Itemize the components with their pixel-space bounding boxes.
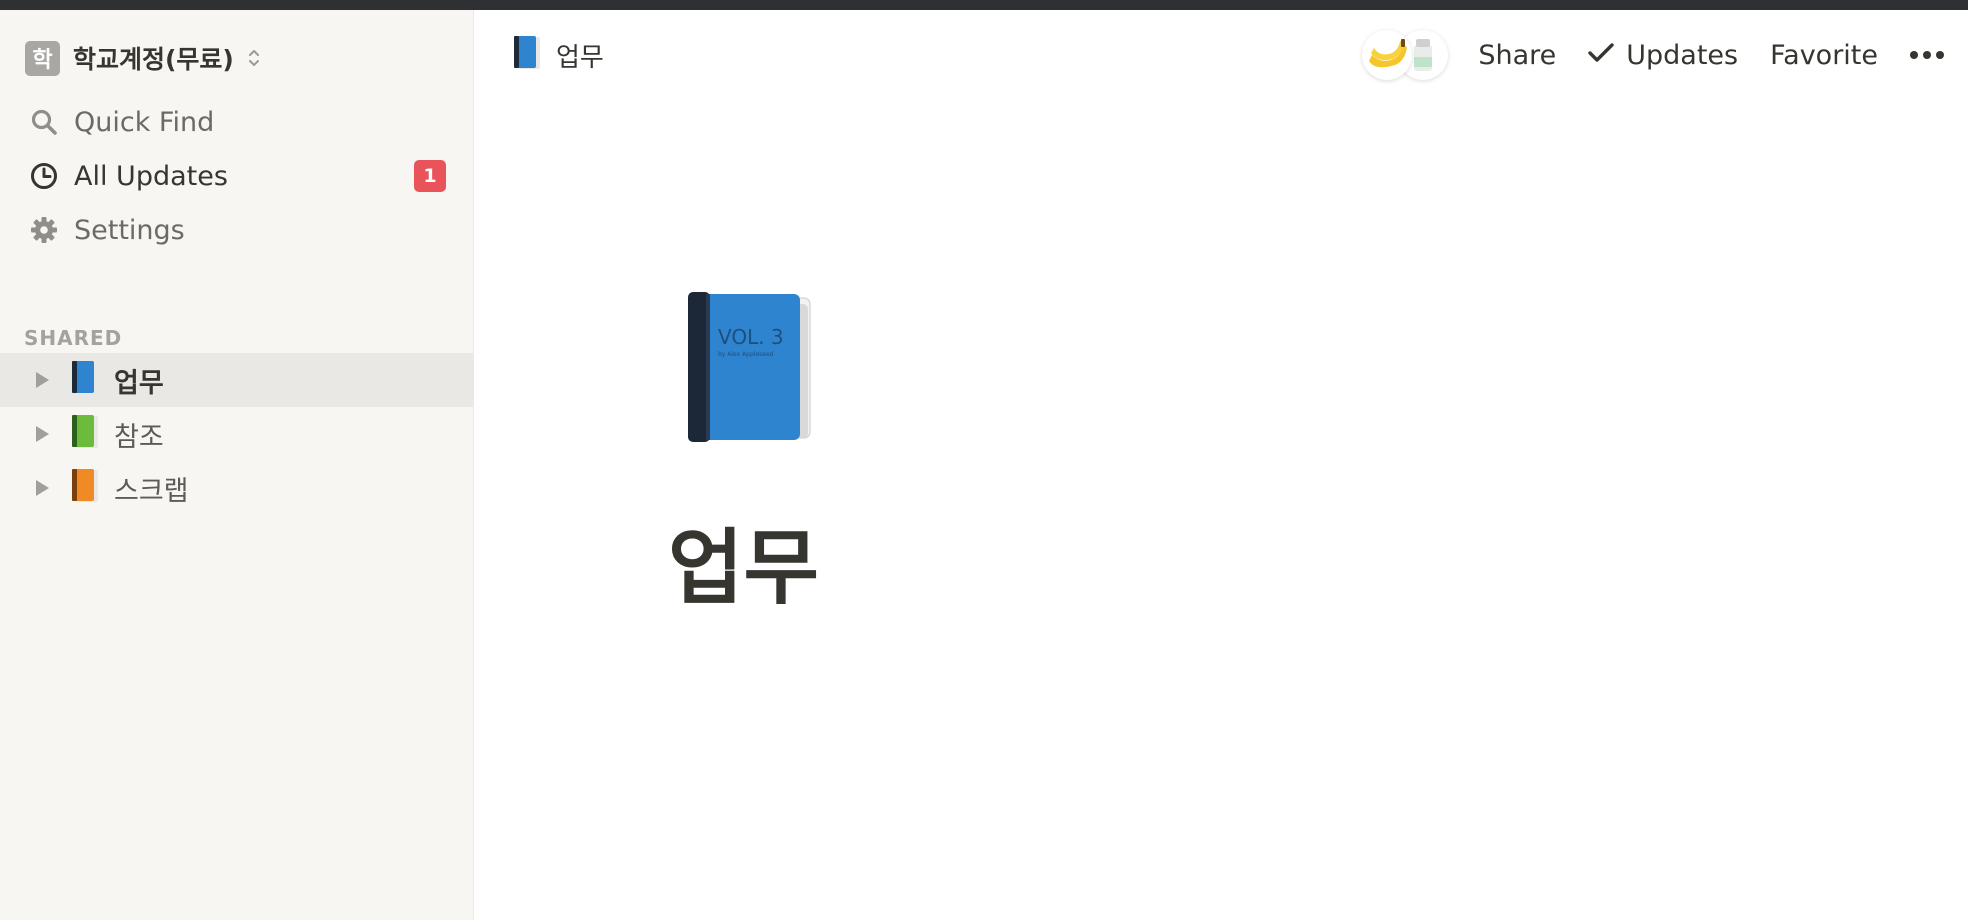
favorite-button[interactable]: Favorite (1770, 40, 1878, 71)
svg-text:by Alex Appleseed: by Alex Appleseed (718, 351, 774, 358)
nav-label-settings: Settings (74, 214, 185, 246)
expand-toggle-icon[interactable] (30, 425, 54, 443)
sidebar-page-스크랩[interactable]: 스크랩 (0, 461, 474, 515)
page-title: 업무 (668, 521, 819, 616)
window-top-strip (0, 0, 1968, 10)
share-button[interactable]: Share (1478, 40, 1556, 71)
header-actions: Share Updates Favorite (1362, 30, 1944, 80)
chevron-updown-icon (246, 45, 262, 71)
sidebar-page-업무[interactable]: 업무 (0, 353, 474, 407)
orange-book-icon (70, 468, 100, 508)
check-icon (1588, 40, 1614, 71)
nav-quick-find[interactable]: Quick Find (0, 95, 474, 149)
sidebar: 학 학교계정(무료) Quick Find All Updates 1 Sett… (0, 10, 474, 920)
more-options-icon[interactable] (1910, 45, 1944, 65)
sidebar-page-label: 참조 (114, 421, 164, 453)
collaborator-avatars[interactable] (1362, 30, 1449, 80)
workspace-switcher[interactable]: 학 학교계정(무료) (25, 40, 262, 76)
updates-count-badge: 1 (414, 160, 446, 192)
expand-toggle-icon[interactable] (30, 371, 54, 389)
section-label-shared: SHARED (24, 326, 123, 350)
expand-toggle-icon[interactable] (30, 479, 54, 497)
breadcrumb[interactable]: 업무 (512, 34, 604, 76)
nav-settings[interactable]: Settings (0, 203, 474, 257)
blue-book-icon (512, 35, 542, 75)
gear-icon (28, 214, 60, 246)
avatar[interactable] (1362, 30, 1413, 80)
nav-label-all-updates: All Updates (74, 160, 228, 192)
search-icon (28, 106, 60, 138)
clock-icon (28, 160, 60, 192)
nav-label-quick-find: Quick Find (74, 106, 215, 138)
svg-text:VOL. 3: VOL. 3 (718, 325, 784, 349)
sidebar-page-참조[interactable]: 참조 (0, 407, 474, 461)
workspace-avatar: 학 (25, 40, 60, 76)
sidebar-page-label: 스크랩 (114, 475, 189, 507)
breadcrumb-label: 업무 (556, 42, 604, 73)
green-book-icon (70, 414, 100, 454)
sidebar-page-label: 업무 (114, 367, 164, 399)
updates-label: Updates (1626, 39, 1739, 71)
nav-all-updates[interactable]: All Updates 1 (0, 149, 474, 203)
updates-button[interactable]: Updates (1588, 40, 1738, 71)
blue-book-icon (70, 360, 100, 400)
workspace-name: 학교계정(무료) (73, 45, 234, 74)
page-icon-blue-book[interactable]: VOL. 3 by Alex Appleseed (684, 290, 814, 450)
